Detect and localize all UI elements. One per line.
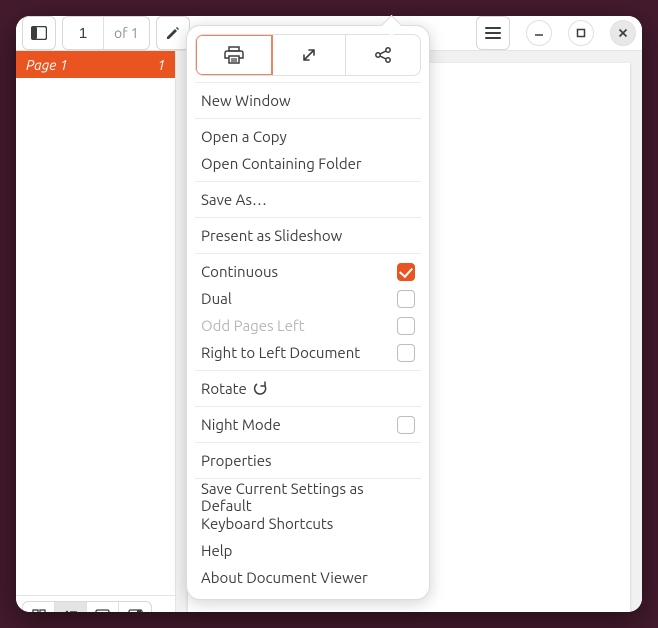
menu-help[interactable]: Help [195,537,421,564]
window-maximize-button[interactable] [568,20,594,46]
annotate-button[interactable] [156,16,190,50]
printer-icon [224,46,244,64]
menu-open-containing-folder[interactable]: Open Containing Folder [195,150,421,177]
view-outline-button[interactable] [55,602,87,613]
side-panel: Page 1 1 [16,51,176,612]
menu-separator [195,442,421,443]
menu-odd-pages-left: Odd Pages Left [195,312,421,339]
checkbox-unchecked-icon [397,317,415,335]
share-icon [374,46,392,64]
menu-action-row [195,34,421,76]
page-number-input[interactable] [63,17,103,49]
fullscreen-icon [301,47,317,63]
menu-keyboard-shortcuts[interactable]: Keyboard Shortcuts [195,510,421,537]
fullscreen-button[interactable] [272,35,347,75]
menu-rtl-document[interactable]: Right to Left Document [195,339,421,366]
menu-continuous[interactable]: Continuous [195,258,421,285]
hamburger-menu-button[interactable] [476,16,510,50]
page-total-label: of 1 [103,17,149,49]
sidepanel-view-switcher [22,601,152,613]
print-button[interactable] [195,34,273,76]
thumbnail-label-selected[interactable]: Page 1 1 [16,51,175,78]
rotate-cw-icon [253,381,268,396]
menu-separator [195,181,421,182]
menu-rotate[interactable]: Rotate [195,375,421,402]
checkbox-unchecked-icon [397,416,415,434]
menu-save-settings-default[interactable]: Save Current Settings as Default [195,483,421,510]
menu-present-slideshow[interactable]: Present as Slideshow [195,222,421,249]
sidepanel-toolbar [16,595,175,612]
checkbox-unchecked-icon [397,344,415,362]
menu-separator [195,253,421,254]
main-menu-popover: New Window Open a Copy Open Containing F… [186,25,430,600]
checkbox-checked-icon [397,263,415,281]
menu-separator [195,118,421,119]
view-bookmarks-button[interactable] [119,602,151,613]
menu-about[interactable]: About Document Viewer [195,564,421,591]
menu-dual[interactable]: Dual [195,285,421,312]
thumbnail-name: Page 1 [26,57,68,73]
menu-save-as[interactable]: Save As… [195,186,421,213]
menu-separator [195,217,421,218]
checkbox-unchecked-icon [397,290,415,308]
window-close-button[interactable] [610,20,636,46]
share-button[interactable] [346,35,420,75]
menu-open-copy[interactable]: Open a Copy [195,123,421,150]
menu-separator [195,370,421,371]
menu-properties[interactable]: Properties [195,447,421,474]
page-selector: of 1 [62,16,150,50]
menu-night-mode[interactable]: Night Mode [195,411,421,438]
toggle-sidepanel-button[interactable] [22,16,56,50]
menu-separator [195,406,421,407]
window-minimize-button[interactable] [526,20,552,46]
thumbnail-number: 1 [157,57,165,73]
view-annotations-button[interactable] [87,602,119,613]
menu-separator [195,82,421,83]
view-thumbnails-button[interactable] [23,602,55,613]
menu-new-window[interactable]: New Window [195,87,421,114]
